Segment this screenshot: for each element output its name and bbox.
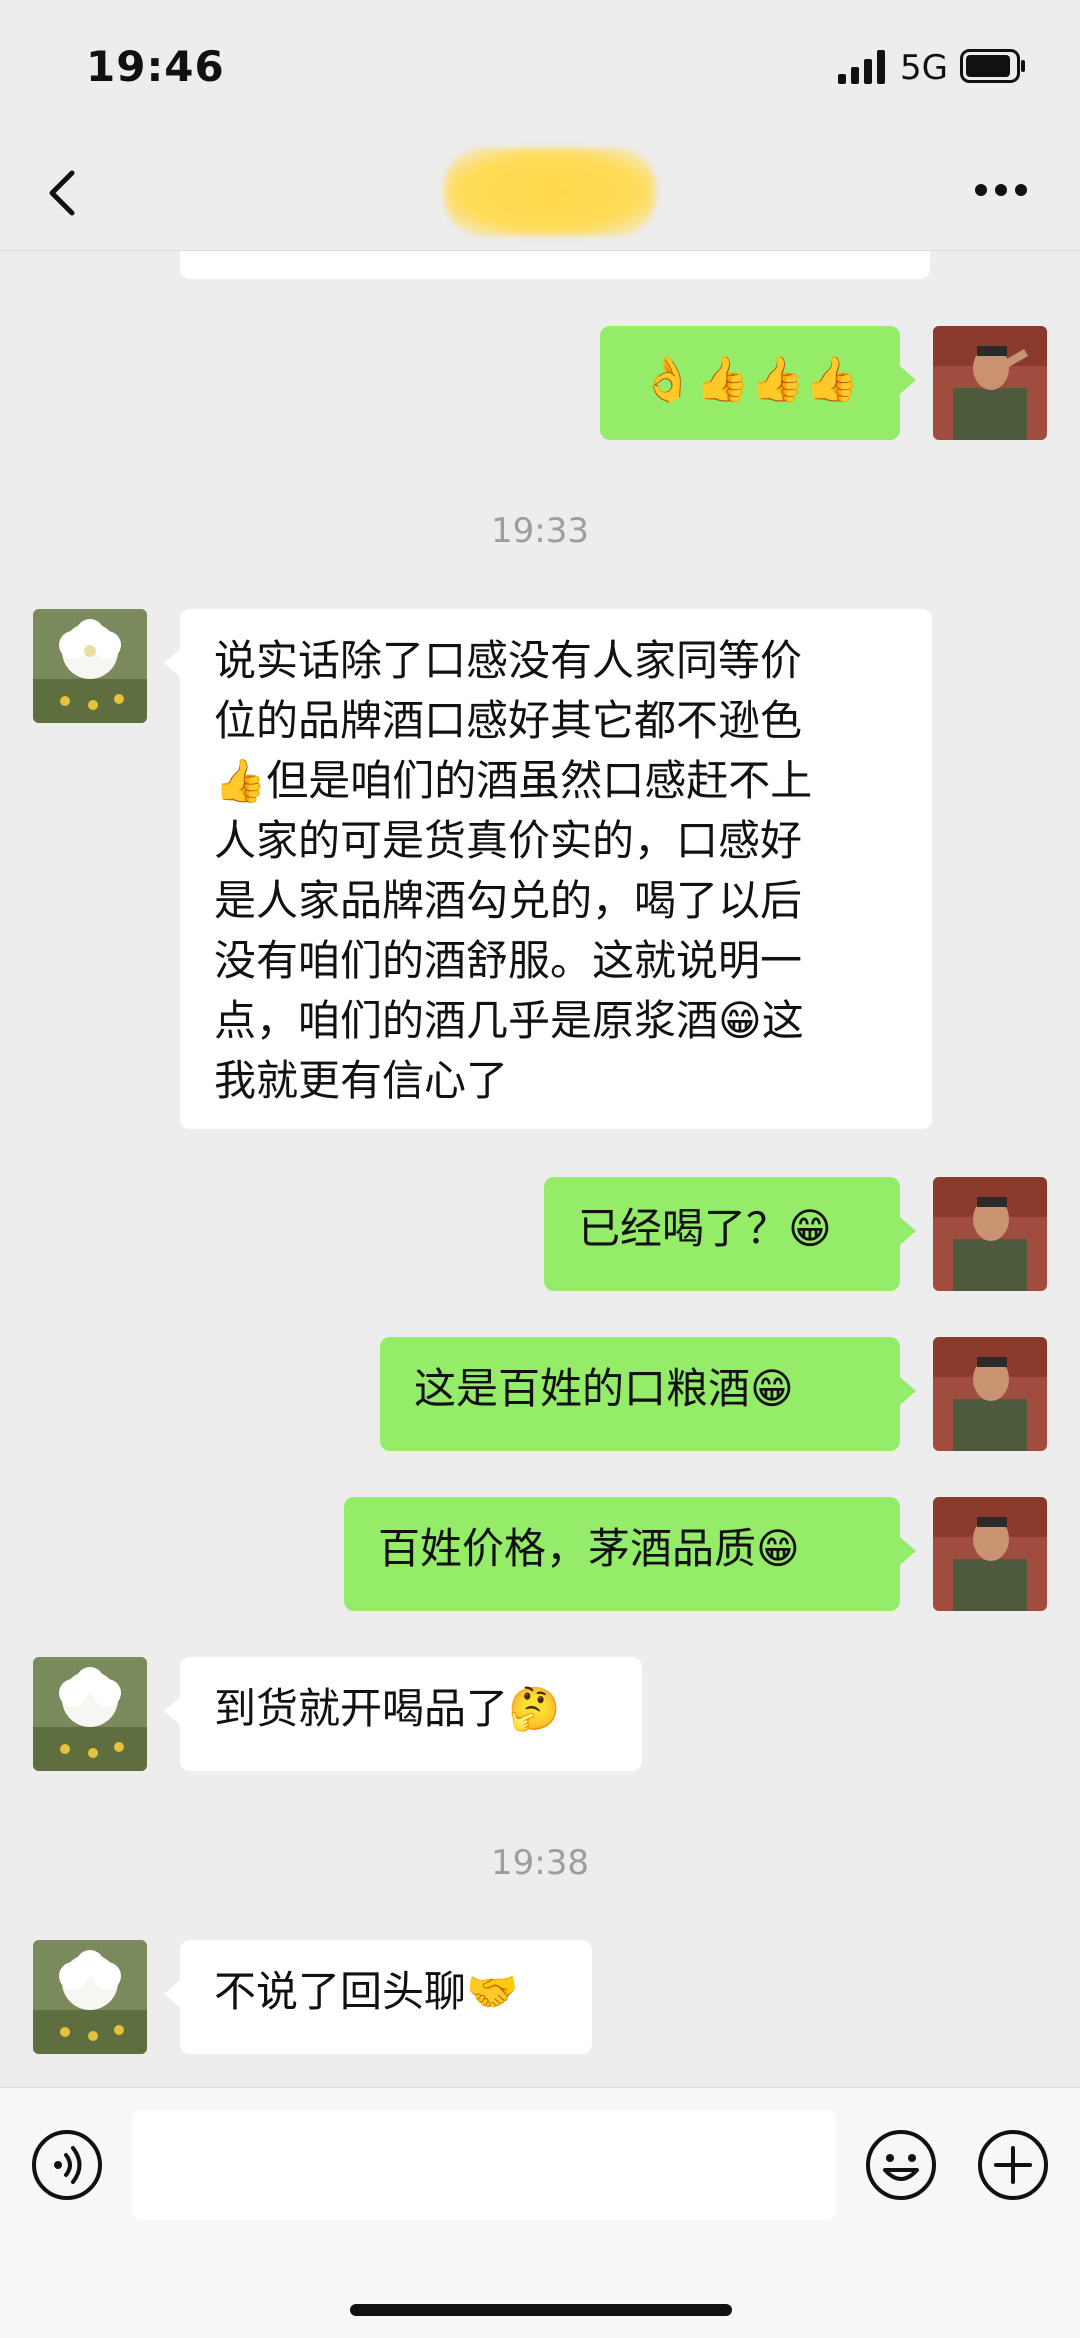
avatar-flower-icon	[33, 1940, 147, 2054]
message-line: 我就更有信心了	[214, 1056, 509, 1105]
smiley-icon[interactable]	[864, 2128, 938, 2202]
message-text: 已经喝了？😁	[578, 1204, 832, 1253]
chevron-left-icon[interactable]	[38, 163, 88, 223]
avatar-flower-icon	[33, 609, 147, 723]
signal-icon	[838, 50, 885, 84]
own-avatar[interactable]	[933, 326, 1047, 440]
previous-message-fragment	[180, 251, 930, 279]
message-bubble-contact[interactable]: 到货就开喝品了🤔	[164, 1657, 642, 1771]
message-bubble-contact[interactable]: 不说了回头聊🤝	[164, 1940, 592, 2054]
timestamp: 19:33	[491, 511, 589, 551]
contact-avatar[interactable]	[33, 1657, 147, 1771]
battery-icon	[960, 49, 1025, 83]
message-text: 👌👍👍👍	[640, 354, 860, 405]
message-input[interactable]	[132, 2110, 836, 2220]
timestamp: 19:38	[491, 1843, 589, 1883]
message-line: 点，咱们的酒几乎是原浆酒😁这	[214, 996, 804, 1045]
contact-avatar[interactable]	[33, 1940, 147, 2054]
message-list[interactable]: 👌👍👍👍 19:33 说实话除了口感没有人家同等价 位的品牌酒口感好其它都不逊色…	[0, 251, 1080, 2087]
avatar-man-icon	[933, 1177, 1047, 1291]
message-text: 百姓价格，茅酒品质😁	[378, 1524, 800, 1573]
message-line: 没有咱们的酒舒服。这就说明一	[214, 936, 803, 985]
message-line: 人家的可是货真价实的，口感好	[214, 816, 803, 865]
home-indicator[interactable]	[350, 2304, 732, 2316]
message-text: 不说了回头聊🤝	[214, 1967, 519, 2016]
avatar-man-icon	[933, 1337, 1047, 1451]
message-line: 是人家品牌酒勾兑的，喝了以后	[214, 876, 803, 925]
network-label: 5G	[900, 48, 948, 88]
message-text: 这是百姓的口粮酒😁	[414, 1364, 794, 1413]
message-bubble-own[interactable]: 已经喝了？😁	[544, 1177, 916, 1291]
plus-icon[interactable]	[976, 2128, 1050, 2202]
own-avatar[interactable]	[933, 1177, 1047, 1291]
chat-title-redacted	[444, 148, 656, 236]
input-bar	[0, 2087, 1080, 2338]
avatar-man-icon	[933, 326, 1047, 440]
message-line: 👍但是咱们的酒虽然口感赶不上	[214, 756, 813, 805]
status-time: 19:46	[86, 42, 225, 91]
more-dots-icon[interactable]	[973, 180, 1029, 200]
own-avatar[interactable]	[933, 1337, 1047, 1451]
own-avatar[interactable]	[933, 1497, 1047, 1611]
message-bubble-own[interactable]: 👌👍👍👍	[600, 326, 916, 440]
message-line: 说实话除了口感没有人家同等价	[214, 636, 803, 685]
message-text: 到货就开喝品了🤔	[214, 1684, 561, 1733]
message-bubble-contact[interactable]: 说实话除了口感没有人家同等价 位的品牌酒口感好其它都不逊色 👍但是咱们的酒虽然口…	[164, 609, 932, 1129]
contact-avatar[interactable]	[33, 609, 147, 723]
message-bubble-own[interactable]: 这是百姓的口粮酒😁	[380, 1337, 916, 1451]
voice-icon[interactable]	[30, 2128, 104, 2202]
message-bubble-own[interactable]: 百姓价格，茅酒品质😁	[344, 1497, 916, 1611]
avatar-man-icon	[933, 1497, 1047, 1611]
message-line: 位的品牌酒口感好其它都不逊色	[214, 696, 803, 745]
status-bar: 19:46 5G	[0, 0, 1080, 130]
avatar-flower-icon	[33, 1657, 147, 1771]
